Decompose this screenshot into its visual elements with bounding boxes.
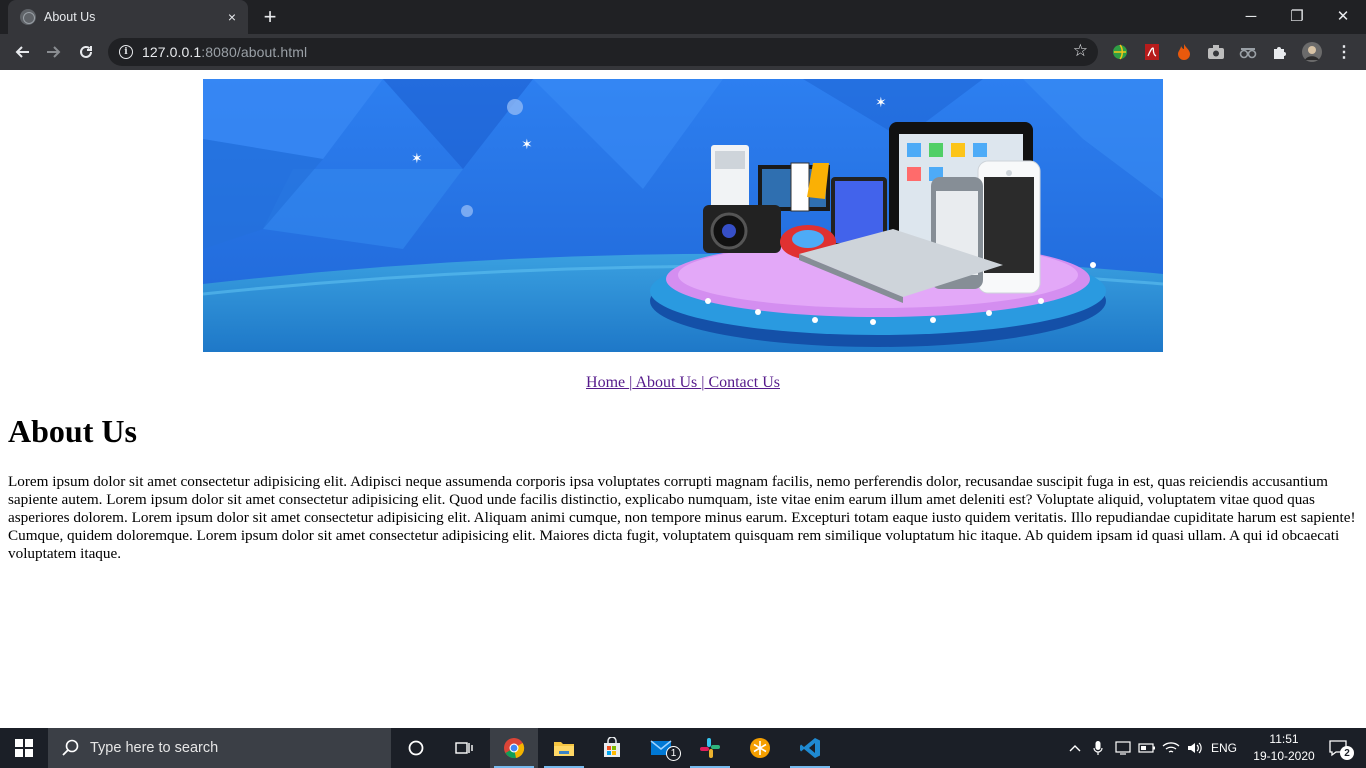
taskbar-chrome[interactable] [490, 728, 538, 768]
forward-button[interactable] [40, 38, 68, 66]
new-tab-button[interactable]: + [256, 4, 284, 30]
notification-badge: 2 [1340, 746, 1354, 760]
clock-date: 19-10-2020 [1253, 749, 1315, 763]
wifi-icon[interactable] [1160, 728, 1182, 768]
extension-pdf-icon[interactable] [1142, 42, 1162, 62]
url-path: :8080/about.html [201, 44, 308, 60]
site-info-icon[interactable]: i [119, 45, 133, 59]
battery-icon[interactable] [1136, 728, 1158, 768]
snowflake-app-icon [750, 738, 770, 758]
chrome-icon [504, 738, 525, 759]
svg-text:✶: ✶ [875, 95, 887, 111]
cortana-circle-icon [408, 740, 424, 756]
tab-close-icon[interactable]: × [222, 7, 242, 27]
task-view-button[interactable] [440, 728, 488, 768]
cortana-button[interactable] [392, 728, 440, 768]
back-arrow-icon [15, 46, 29, 58]
page-viewport: ✶ ✶ ✶ Home | About Us | Contact Us About… [0, 70, 1366, 728]
vscode-icon [800, 738, 820, 758]
taskbar-slack[interactable] [686, 728, 734, 768]
profile-avatar[interactable] [1302, 42, 1322, 62]
extensions-puzzle-icon[interactable] [1270, 42, 1290, 62]
mail-badge: 1 [666, 746, 681, 761]
address-bar[interactable]: i 127.0.0.1:8080/about.html ☆ [108, 38, 1098, 66]
svg-text:✶: ✶ [521, 137, 533, 153]
forward-arrow-icon [47, 46, 61, 58]
extension-fire-icon[interactable] [1174, 42, 1194, 62]
browser-tab-active[interactable]: About Us × [8, 0, 248, 34]
taskbar-app-orange[interactable] [736, 728, 784, 768]
taskbar-mail[interactable]: 1 [638, 728, 686, 768]
extension-spy-icon[interactable] [1238, 42, 1258, 62]
slack-icon [700, 738, 720, 758]
browser-titlebar: About Us × + ─ ❐ ✕ [0, 0, 1366, 34]
back-button[interactable] [8, 38, 36, 66]
browser-toolbar: i 127.0.0.1:8080/about.html ☆ ⋮ [0, 34, 1366, 70]
action-center-button[interactable]: 2 [1318, 728, 1358, 768]
reload-button[interactable] [72, 38, 100, 66]
extension-camera-icon[interactable] [1206, 42, 1226, 62]
search-icon [62, 739, 79, 756]
taskbar-vscode[interactable] [786, 728, 834, 768]
browser-menu-icon[interactable]: ⋮ [1334, 42, 1354, 62]
taskbar-search[interactable]: Type here to search [48, 728, 391, 768]
windows-logo-icon [15, 739, 33, 757]
tray-chevron-up-icon[interactable] [1064, 728, 1086, 768]
about-paragraph: Lorem ipsum dolor sit amet consectetur a… [8, 473, 1356, 562]
minimize-button[interactable]: ─ [1228, 0, 1274, 32]
bookmark-star-icon[interactable]: ☆ [1073, 41, 1088, 61]
taskbar-file-explorer[interactable] [540, 728, 588, 768]
taskbar-store[interactable] [588, 728, 636, 768]
url-text: 127.0.0.1:8080/about.html [142, 44, 307, 60]
site-nav: Home | About Us | Contact Us [0, 374, 1366, 392]
task-view-icon [455, 742, 473, 754]
microphone-icon[interactable] [1088, 728, 1108, 768]
hero-banner-image: ✶ ✶ ✶ [203, 79, 1163, 352]
globe-icon [20, 9, 36, 25]
store-bag-icon [604, 737, 620, 757]
url-host: 127.0.0.1 [142, 44, 202, 60]
extension-globe-icon[interactable] [1110, 42, 1130, 62]
defender-icon[interactable] [1112, 728, 1134, 768]
close-window-button[interactable]: ✕ [1320, 0, 1366, 32]
language-indicator[interactable]: ENG [1208, 728, 1240, 768]
windows-taskbar: Type here to search 1 ENG 11:51 19-10-20… [0, 728, 1366, 768]
reload-icon [80, 45, 92, 58]
nav-link-contact[interactable]: Contact Us [704, 374, 780, 391]
nav-link-about[interactable]: About Us [632, 374, 701, 391]
search-placeholder: Type here to search [90, 740, 219, 756]
folder-icon [554, 742, 574, 756]
taskbar-clock[interactable]: 11:51 19-10-2020 [1248, 731, 1320, 765]
page-title: About Us [8, 413, 137, 449]
start-button[interactable] [0, 728, 48, 768]
svg-text:✶: ✶ [411, 151, 423, 167]
clock-time: 11:51 [1269, 732, 1299, 746]
tab-title: About Us [44, 10, 96, 24]
restore-button[interactable]: ❐ [1274, 0, 1320, 32]
volume-icon[interactable] [1184, 728, 1206, 768]
nav-link-home[interactable]: Home [586, 374, 629, 391]
